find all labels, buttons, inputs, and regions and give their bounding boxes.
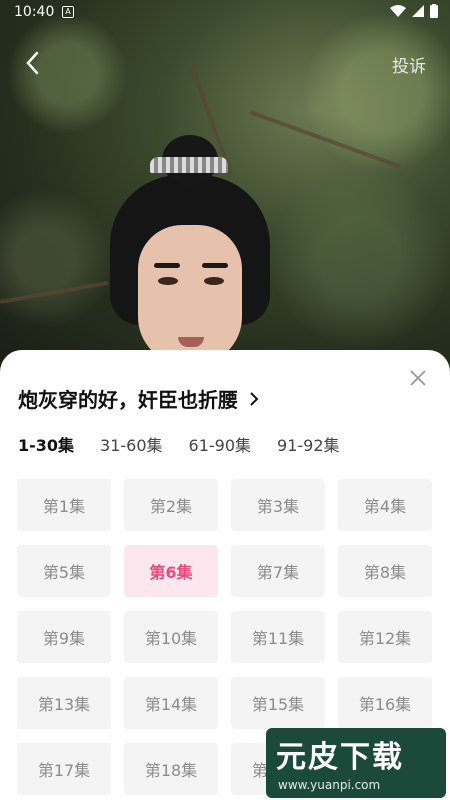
episode-button[interactable]: 第9集 (17, 611, 111, 663)
close-icon[interactable] (408, 368, 428, 388)
episode-button[interactable]: 第12集 (338, 611, 432, 663)
episode-button[interactable]: 第15集 (231, 677, 325, 729)
chevron-right-icon (250, 391, 259, 406)
video-player[interactable] (0, 0, 450, 370)
episode-button[interactable]: 第17集 (17, 743, 111, 795)
watermark-title: 元皮下载 (276, 740, 404, 775)
tab-range[interactable]: 61-90集 (189, 432, 252, 456)
tab-range[interactable]: 91-92集 (277, 432, 340, 456)
notification-icon: A (62, 6, 74, 18)
episode-button[interactable]: 第3集 (231, 479, 325, 531)
back-chevron-icon[interactable] (20, 48, 46, 78)
drama-title-link[interactable]: 炮灰穿的好，奸臣也折腰 (18, 384, 260, 413)
episode-button[interactable]: 第18集 (124, 743, 218, 795)
episode-button[interactable]: 第4集 (338, 479, 432, 531)
watermark-url: www.yuanpi.com (278, 778, 381, 792)
episode-button[interactable]: 第10集 (124, 611, 218, 663)
episode-button[interactable]: 第8集 (338, 545, 432, 597)
episode-button[interactable]: 第6集 (124, 545, 218, 597)
tab-range[interactable]: 31-60集 (100, 432, 163, 456)
signal-icon (412, 5, 424, 17)
episode-button[interactable]: 第16集 (338, 677, 432, 729)
status-bar: 10:40 A (0, 0, 450, 26)
tab-range[interactable]: 1-30集 (18, 432, 74, 456)
episode-button[interactable]: 第2集 (124, 479, 218, 531)
status-time: 10:40 (14, 4, 55, 20)
episode-button[interactable]: 第5集 (17, 545, 111, 597)
episode-button[interactable]: 第13集 (17, 677, 111, 729)
battery-icon (430, 4, 438, 18)
episode-button[interactable]: 第1集 (17, 479, 111, 531)
episode-range-tabs: 1-30集 31-60集 61-90集 91-92集 (18, 432, 340, 456)
wifi-icon (390, 5, 406, 17)
drama-title: 炮灰穿的好，奸臣也折腰 (18, 388, 238, 412)
episode-button[interactable]: 第11集 (231, 611, 325, 663)
episode-button[interactable]: 第14集 (124, 677, 218, 729)
actor-figure (110, 135, 270, 370)
watermark-logo: 元皮下载 www.yuanpi.com (266, 728, 446, 798)
complain-button[interactable]: 投诉 (392, 52, 426, 77)
episode-button[interactable]: 第7集 (231, 545, 325, 597)
